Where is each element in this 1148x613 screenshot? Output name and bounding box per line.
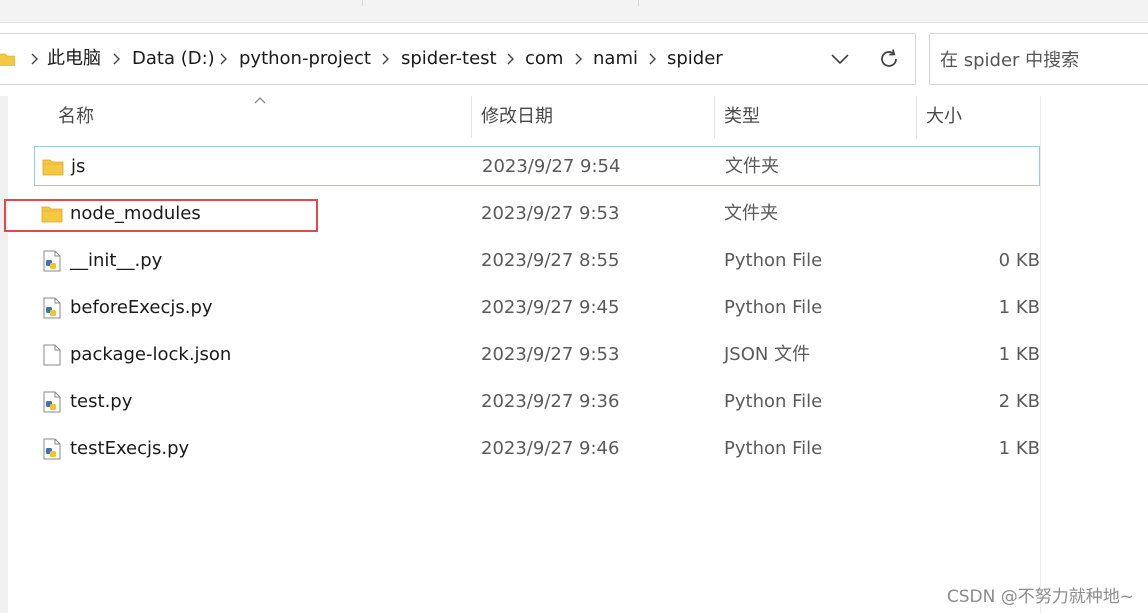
pane-divider: [1040, 96, 1041, 613]
search-input[interactable]: [938, 46, 1142, 74]
column-header-size[interactable]: 大小: [926, 95, 962, 139]
file-type: 文件夹: [725, 156, 779, 177]
chevron-right-icon[interactable]: [507, 53, 514, 65]
column-header-date[interactable]: 修改日期: [481, 95, 553, 139]
file-name[interactable]: test.py: [70, 390, 132, 414]
file-row[interactable]: __init__.py 2023/9/27 8:55 Python File 0…: [34, 241, 1040, 281]
refresh-icon[interactable]: [877, 47, 901, 71]
file-type: Python File: [724, 391, 823, 412]
file-date: 2023/9/27 9:53: [481, 203, 620, 224]
file-row[interactable]: test.py 2023/9/27 9:36 Python File 2 KB: [34, 382, 1040, 422]
file-name[interactable]: __init__.py: [70, 249, 162, 273]
chevron-down-icon[interactable]: [829, 52, 851, 66]
file-date: 2023/9/27 9:46: [481, 438, 620, 459]
file-size: 0 KB: [998, 250, 1040, 271]
file-size: 2 KB: [998, 391, 1040, 412]
address-bar[interactable]: 此电脑 Data (D:) python-project spider-test…: [0, 33, 916, 85]
breadcrumb-item-python-project[interactable]: python-project: [239, 48, 371, 70]
file-size: 1 KB: [998, 344, 1040, 365]
search-box[interactable]: [929, 33, 1148, 85]
title-strip: [0, 0, 1148, 23]
file-type: Python File: [724, 297, 823, 318]
column-header-name[interactable]: 名称: [58, 95, 94, 139]
file-name[interactable]: testExecjs.py: [70, 437, 189, 461]
file-type: 文件夹: [724, 203, 778, 224]
watermark: CSDN @不努力就种地~: [946, 587, 1134, 607]
breadcrumb-item-nami[interactable]: nami: [593, 48, 638, 70]
breadcrumb-item-data-drive[interactable]: Data (D:): [132, 48, 215, 70]
breadcrumb-item-spider-test[interactable]: spider-test: [401, 48, 497, 70]
file-type: Python File: [724, 250, 823, 271]
chevron-right-icon[interactable]: [575, 53, 582, 65]
python-file-icon: [43, 250, 61, 272]
file-size: 1 KB: [998, 438, 1040, 459]
chevron-right-icon[interactable]: [31, 53, 38, 65]
file-date: 2023/9/27 9:45: [481, 297, 620, 318]
chevron-right-icon[interactable]: [220, 53, 227, 65]
chevron-right-icon[interactable]: [382, 53, 389, 65]
breadcrumb-item-spider[interactable]: spider: [667, 48, 723, 70]
column-divider[interactable]: [714, 96, 715, 138]
python-file-icon: [43, 438, 61, 460]
file-row[interactable]: testExecjs.py 2023/9/27 9:46 Python File…: [34, 429, 1040, 469]
chevron-right-icon[interactable]: [649, 53, 656, 65]
json-file-icon: [43, 344, 61, 366]
file-size: 1 KB: [998, 297, 1040, 318]
file-name[interactable]: package-lock.json: [70, 343, 231, 367]
file-name[interactable]: js: [71, 155, 85, 179]
annotation-highlight-box: [4, 199, 318, 232]
tab-divider: [362, 0, 363, 6]
file-type: JSON 文件: [724, 344, 811, 365]
breadcrumb-item-this-pc[interactable]: 此电脑: [47, 48, 101, 70]
file-date: 2023/9/27 9:53: [481, 344, 620, 365]
file-row[interactable]: beforeExecjs.py 2023/9/27 9:45 Python Fi…: [34, 288, 1040, 328]
python-file-icon: [43, 391, 61, 413]
folder-icon: [0, 53, 15, 66]
file-date: 2023/9/27 8:55: [481, 250, 620, 271]
file-date: 2023/9/27 9:54: [482, 156, 621, 177]
file-type: Python File: [724, 438, 823, 459]
column-header-type[interactable]: 类型: [724, 95, 760, 139]
chevron-right-icon[interactable]: [113, 53, 120, 65]
tab-divider: [638, 0, 639, 6]
file-row[interactable]: js 2023/9/27 9:54 文件夹: [34, 146, 1040, 186]
file-name[interactable]: beforeExecjs.py: [70, 296, 213, 320]
file-date: 2023/9/27 9:36: [481, 391, 620, 412]
file-row[interactable]: package-lock.json 2023/9/27 9:53 JSON 文件…: [34, 335, 1040, 375]
folder-icon: [42, 159, 64, 176]
navigation-pane-edge[interactable]: [0, 96, 8, 613]
sort-ascending-icon: [254, 97, 266, 104]
python-file-icon: [43, 297, 61, 319]
column-divider[interactable]: [916, 96, 917, 138]
breadcrumb-item-com[interactable]: com: [525, 48, 563, 70]
column-divider[interactable]: [471, 96, 472, 138]
